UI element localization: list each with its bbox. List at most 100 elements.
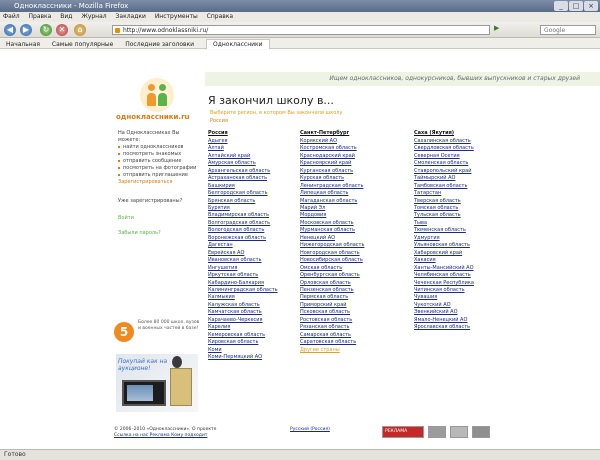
region-link[interactable]: Костромская область (300, 145, 394, 152)
region-link[interactable]: Краснодарский край (300, 153, 394, 160)
menu-history[interactable]: Журнал (81, 13, 106, 20)
region-link[interactable]: Кировская область (208, 339, 302, 346)
region-link[interactable]: Челябинская область (414, 272, 508, 279)
region-link[interactable]: Тюменская область (414, 227, 508, 234)
region-link[interactable]: Ставропольский край (414, 168, 508, 175)
counter-badge[interactable] (428, 426, 446, 438)
region-link[interactable]: Ленинградская область (300, 183, 394, 190)
region-link[interactable]: Чувашия (414, 294, 508, 301)
region-link[interactable]: Ярославская область (414, 324, 508, 331)
region-link[interactable]: Магаданская область (300, 198, 394, 205)
region-link[interactable]: Новосибирская область (300, 257, 394, 264)
region-link[interactable]: Курская область (300, 175, 394, 182)
bookmark-item[interactable]: Самые популярные (52, 41, 113, 48)
region-link[interactable]: Липецкая область (300, 190, 394, 197)
region-link[interactable]: Ханты-Мансийский АО (414, 265, 508, 272)
region-link[interactable]: Карачаево-Черкесия (208, 317, 302, 324)
region-link[interactable]: Тамбовская область (414, 183, 508, 190)
region-link[interactable]: Ивановская область (208, 257, 302, 264)
region-link[interactable]: Белгородская область (208, 190, 302, 197)
region-link[interactable]: Саратовская область (300, 339, 394, 346)
region-link[interactable]: Северная Осетия (414, 153, 508, 160)
region-link[interactable]: Орловская область (300, 280, 394, 287)
region-link[interactable]: Пензенская область (300, 287, 394, 294)
region-column-header[interactable]: Саха (Якутия) (414, 130, 508, 137)
region-link[interactable]: Читинская область (414, 287, 508, 294)
region-link[interactable]: Смоленская область (414, 160, 508, 167)
region-link[interactable]: Калининградская область (208, 287, 302, 294)
region-link[interactable]: Коми (208, 347, 302, 354)
region-link[interactable]: Новгородская область (300, 250, 394, 257)
language-selector[interactable]: Русский (Россия) (290, 427, 330, 433)
region-link[interactable]: Нижегородская область (300, 242, 394, 249)
region-link[interactable]: Чеченская Республика (414, 280, 508, 287)
region-link[interactable]: Бурятия (208, 205, 302, 212)
region-link[interactable]: Сахалинская область (414, 138, 508, 145)
region-link[interactable]: Алтай (208, 145, 302, 152)
region-link[interactable]: Чукотский АО (414, 302, 508, 309)
region-link[interactable]: Марий Эл (300, 205, 394, 212)
bookmark-item[interactable]: Последние заголовки (125, 41, 194, 48)
region-link[interactable]: Калмыкия (208, 294, 302, 301)
advertisement-banner[interactable]: Покупай как на аукционе! (116, 354, 198, 412)
region-link[interactable]: Тверская область (414, 198, 508, 205)
region-link[interactable]: Московская область (300, 220, 394, 227)
maximize-button[interactable]: □ (569, 1, 583, 11)
logo-text[interactable]: одноклассники.ru (116, 113, 190, 121)
go-icon[interactable]: ▶ (494, 24, 499, 32)
region-link[interactable]: Воронежская область (208, 235, 302, 242)
region-link[interactable]: Камчатская область (208, 309, 302, 316)
tab-odnoklassniki[interactable]: Одноклассники (206, 39, 270, 49)
region-link[interactable]: Владимирская область (208, 212, 302, 219)
minimize-button[interactable]: _ (554, 1, 568, 11)
region-link[interactable]: Псковская область (300, 309, 394, 316)
stop-icon[interactable]: ✕ (56, 24, 68, 36)
region-link[interactable]: Мордовия (300, 212, 394, 219)
region-link[interactable]: Адыгея (208, 138, 302, 145)
region-link[interactable]: Коми-Пермяцкий АО (208, 354, 302, 361)
forgot-password-link[interactable]: Забыли пароль? (118, 230, 198, 237)
region-link[interactable]: Башкирия (208, 183, 302, 190)
region-link[interactable]: Омская область (300, 265, 394, 272)
other-countries-link[interactable]: Другие страны (300, 347, 394, 354)
region-link[interactable]: Мурманская область (300, 227, 394, 234)
counter-badge[interactable] (472, 426, 490, 438)
region-link[interactable]: Вологодская область (208, 227, 302, 234)
bookmark-item[interactable]: Начальная (6, 41, 40, 48)
region-link[interactable]: Кемеровская область (208, 332, 302, 339)
login-link[interactable]: Войти (118, 215, 198, 222)
region-link[interactable]: Амурская область (208, 160, 302, 167)
region-link[interactable]: Приморский край (300, 302, 394, 309)
counter-badge[interactable] (450, 426, 468, 438)
site-logo-icon[interactable] (140, 78, 174, 112)
region-link[interactable]: Томская область (414, 205, 508, 212)
search-input[interactable]: Google (540, 25, 596, 35)
region-link[interactable]: Рязанская область (300, 324, 394, 331)
region-link[interactable]: Ульяновская область (414, 242, 508, 249)
region-link[interactable]: Карелия (208, 324, 302, 331)
region-link[interactable]: Кабардино-Балкария (208, 280, 302, 287)
region-link[interactable]: Ненецкий АО (300, 235, 394, 242)
menu-edit[interactable]: Правка (29, 13, 52, 20)
region-link[interactable]: Ингушетия (208, 265, 302, 272)
region-link[interactable]: Тульская область (414, 212, 508, 219)
region-link[interactable]: Калужская область (208, 302, 302, 309)
address-bar[interactable]: http://www.odnoklassniki.ru/ (112, 25, 490, 35)
region-link[interactable]: Ямало-Ненецкий АО (414, 317, 508, 324)
back-button[interactable]: ◀ (4, 24, 16, 36)
footer-links[interactable]: Ссылка на нас Реклама Кому подходит (114, 433, 207, 439)
ad-badge[interactable]: РЕКЛАМА (382, 426, 424, 438)
region-link[interactable]: Самарская область (300, 332, 394, 339)
region-link[interactable]: Таймырский АО (414, 175, 508, 182)
region-link[interactable]: Курганская область (300, 168, 394, 175)
region-link[interactable]: Астраханская область (208, 175, 302, 182)
region-link[interactable]: Еврейская АО (208, 250, 302, 257)
forward-button[interactable]: ▶ (20, 24, 32, 36)
region-link[interactable]: Хакасия (414, 257, 508, 264)
region-link[interactable]: Хабаровский край (414, 250, 508, 257)
menu-tools[interactable]: Инструменты (155, 13, 198, 20)
home-icon[interactable]: ⌂ (74, 24, 86, 36)
menu-file[interactable]: Файл (3, 13, 20, 20)
region-link[interactable]: Ростовская область (300, 317, 394, 324)
region-link[interactable]: Красноярский край (300, 160, 394, 167)
